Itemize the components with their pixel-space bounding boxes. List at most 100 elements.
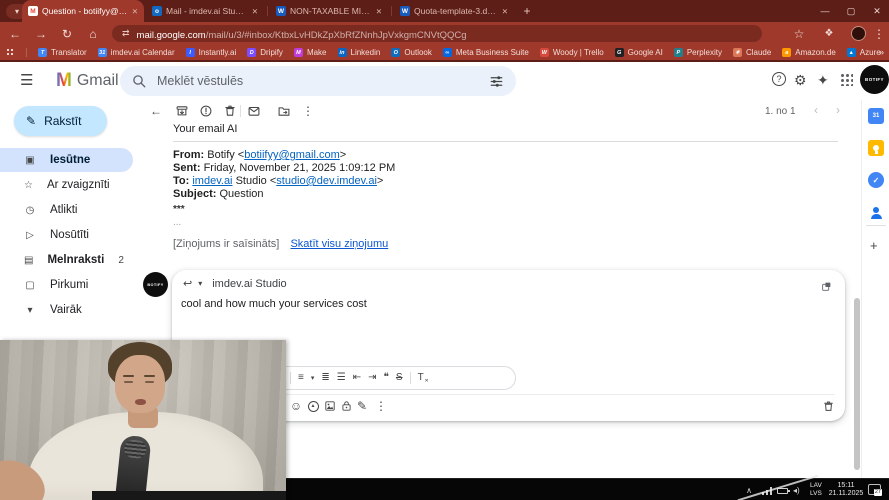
older-button[interactable]: ›: [836, 103, 840, 117]
site-info-icon[interactable]: ⇄: [122, 28, 130, 39]
bookmark-claude[interactable]: ✳ Claude: [732, 48, 771, 57]
keep-icon[interactable]: [868, 140, 884, 156]
sidebar-item-purchases[interactable]: ▢ Pirkumi: [0, 273, 133, 297]
insert-emoji-button[interactable]: ☺: [288, 398, 304, 414]
search-filter-icon[interactable]: [489, 74, 504, 89]
insert-drive-button[interactable]: ▲: [305, 398, 321, 414]
bookmark-dripify[interactable]: D Dripify: [247, 48, 283, 57]
bookmark-make[interactable]: M Make: [293, 48, 327, 57]
sidebar-item-starred[interactable]: ☆ Ar zvaigznīti: [0, 173, 133, 197]
sidebar-item-inbox[interactable]: ▣ Iesūtne: [0, 148, 133, 172]
popout-compose-button[interactable]: [821, 279, 832, 297]
tab-outlook[interactable]: o Mail - imdev.ai Studio - Outloo ✕: [146, 0, 264, 22]
reload-button[interactable]: ↻: [56, 22, 78, 45]
numbered-list-button[interactable]: ≣: [321, 373, 329, 383]
discard-draft-button[interactable]: [820, 398, 836, 414]
strikethrough-button[interactable]: S: [396, 373, 403, 383]
bookmarks-overflow-button[interactable]: »: [879, 47, 884, 57]
reply-body-text[interactable]: cool and how much your services cost: [181, 298, 367, 310]
close-icon[interactable]: ✕: [252, 7, 258, 16]
view-entire-message-link[interactable]: Skatīt visu ziņojumu: [290, 238, 388, 250]
bookmark-imdev-calendar[interactable]: 31 imdev.ai Calendar: [97, 48, 175, 57]
extensions-button[interactable]: ❖: [818, 22, 840, 45]
window-maximize-button[interactable]: ▢: [838, 0, 864, 22]
language-indicator[interactable]: LAV LVS: [810, 482, 822, 498]
google-apps-button[interactable]: [840, 73, 853, 86]
volume-icon[interactable]: ◂): [793, 486, 800, 495]
bookmark-trello[interactable]: W Woody | Trello: [539, 48, 604, 57]
bookmark-star-button[interactable]: ☆: [788, 22, 810, 45]
sidebar-item-more[interactable]: ▾ Vairāk: [0, 298, 133, 322]
bookmark-linkedin[interactable]: in Linkedin: [337, 48, 380, 57]
bookmark-meta-business[interactable]: ∞ Meta Business Suite: [442, 48, 529, 57]
indent-less-button[interactable]: ⇤: [353, 373, 361, 383]
insert-photo-button[interactable]: [322, 398, 338, 414]
account-avatar[interactable]: BOTIFY: [860, 65, 889, 94]
window-minimize-button[interactable]: —: [812, 0, 838, 22]
sidebar-item-drafts[interactable]: ▤ Melnraksti 2: [0, 248, 133, 272]
sidebar-item-sent[interactable]: ▷ Nosūtīti: [0, 223, 133, 247]
forward-button[interactable]: →: [30, 22, 52, 45]
from-email-link[interactable]: botiifyy@gmail.com: [244, 149, 340, 161]
battery-icon[interactable]: [777, 488, 790, 494]
align-button[interactable]: ≡: [298, 373, 304, 383]
tab-gmail-question[interactable]: M Question - botiifyy@gmail.com ✕: [22, 0, 144, 22]
get-addons-button[interactable]: +: [870, 238, 878, 253]
to-domain-link[interactable]: imdev.ai: [192, 175, 232, 187]
bag-icon: ▢: [25, 279, 35, 291]
tab-word-nontaxable[interactable]: W NON-TAXABLE MINIMUM.docx ✕: [270, 0, 388, 22]
bookmark-translator[interactable]: T Translator: [38, 48, 87, 57]
archive-button[interactable]: [172, 102, 192, 120]
notifications-button[interactable]: 27: [868, 484, 882, 496]
browser-profile-avatar[interactable]: [851, 26, 866, 41]
trash-icon: [823, 400, 833, 411]
remove-formatting-button[interactable]: T: [418, 373, 429, 385]
tab-word-quota[interactable]: W Quota-template-3.docx ✕: [394, 0, 514, 22]
to-email-link[interactable]: studio@dev.imdev.ai: [276, 175, 377, 187]
hamburger-menu-icon[interactable]: ☰: [20, 71, 33, 89]
close-icon[interactable]: ✕: [132, 7, 138, 16]
more-options-button[interactable]: ⋮: [373, 398, 389, 414]
more-actions-button[interactable]: ⋮: [298, 102, 318, 120]
search-input[interactable]: Meklēt vēstulēs: [120, 66, 516, 96]
back-to-inbox-button[interactable]: ←: [146, 102, 166, 120]
newer-button[interactable]: ‹: [814, 103, 818, 117]
envelope-icon: [248, 106, 260, 116]
close-icon[interactable]: ✕: [502, 7, 508, 16]
quote-button[interactable]: ❝: [384, 373, 389, 383]
bookmark-outlook[interactable]: O Outlook: [391, 48, 432, 57]
new-tab-button[interactable]: +: [518, 3, 536, 19]
address-bar[interactable]: ⇄ mail.google.com/mail/u/3/#inbox/KtbxLv…: [112, 25, 762, 42]
confidential-mode-button[interactable]: [338, 398, 354, 414]
delete-button[interactable]: [220, 102, 240, 120]
back-button[interactable]: ←: [4, 22, 26, 45]
apps-grid-icon[interactable]: [6, 48, 15, 57]
sidebar-item-snoozed[interactable]: ◷ Atlikti: [0, 198, 133, 222]
clock[interactable]: 15:11 21.11.2025: [828, 482, 864, 498]
bulleted-list-button[interactable]: ☰: [337, 373, 346, 383]
close-icon[interactable]: ✕: [376, 7, 382, 16]
home-button[interactable]: ⌂: [82, 22, 104, 45]
move-to-button[interactable]: [274, 102, 294, 120]
report-spam-button[interactable]: [196, 102, 216, 120]
calendar-icon[interactable]: 31: [868, 108, 884, 124]
scrollbar[interactable]: [854, 298, 860, 470]
gemini-button[interactable]: ✦: [817, 72, 829, 89]
bookmark-perplexity[interactable]: P Perplexity: [673, 48, 722, 57]
bookmark-azure[interactable]: ▲ Azure: [846, 48, 881, 57]
insert-signature-button[interactable]: ✎: [354, 398, 370, 414]
mark-unread-button[interactable]: [244, 102, 264, 120]
reply-type-dropdown[interactable]: ▾: [198, 279, 202, 288]
settings-button[interactable]: ⚙: [794, 72, 807, 89]
contacts-icon[interactable]: [868, 202, 884, 219]
bookmark-instantly[interactable]: I Instantly.ai: [185, 48, 236, 57]
bookmark-google-ai[interactable]: G Google AI: [614, 48, 663, 57]
reply-recipient-row[interactable]: ↩ ▾ imdev.ai Studio: [183, 277, 287, 291]
compose-button[interactable]: ✎ Rakstīt: [14, 106, 107, 136]
window-close-button[interactable]: ✕: [864, 0, 889, 22]
help-button[interactable]: ?: [772, 72, 786, 86]
indent-more-button[interactable]: ⇥: [368, 373, 376, 383]
tasks-icon[interactable]: ✓: [868, 172, 884, 188]
bookmark-amazon[interactable]: a Amazon.de: [782, 48, 836, 57]
browser-menu-button[interactable]: ⋮: [868, 22, 889, 45]
